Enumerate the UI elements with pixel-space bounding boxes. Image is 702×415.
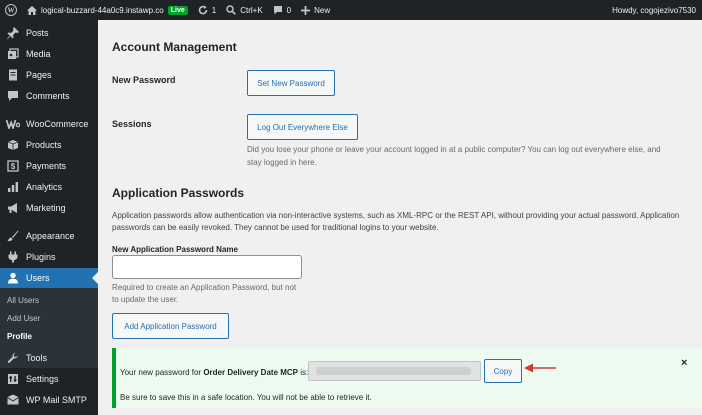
sidebar-item-media[interactable]: Media: [0, 44, 98, 64]
wordpress-logo-icon[interactable]: W: [0, 0, 22, 20]
payments-icon: $: [6, 159, 20, 173]
sidebar-item-payments[interactable]: $ Payments: [0, 156, 98, 176]
my-account-link[interactable]: Howdy, cogojezivo7530: [607, 0, 702, 20]
message-prefix: Your new password for: [120, 368, 204, 377]
new-app-password-name-input[interactable]: [112, 255, 302, 279]
site-name: logical-buzzard-44a0c9.instawp.co: [41, 5, 164, 15]
home-icon: [27, 5, 37, 15]
media-icon: [6, 47, 20, 61]
sidebar-item-woocommerce[interactable]: WooCommerce: [0, 114, 98, 134]
application-passwords-heading: Application Passwords: [112, 186, 245, 200]
comment-bubble-icon: [273, 5, 283, 15]
application-passwords-intro: Application passwords allow authenticati…: [112, 210, 702, 234]
submenu-item-profile[interactable]: Profile: [7, 332, 32, 341]
sidebar-item-tools[interactable]: Tools: [0, 348, 98, 368]
updates-link[interactable]: 1: [193, 0, 221, 20]
search-icon: [226, 5, 237, 15]
comments-count: 0: [286, 5, 292, 15]
settings-icon: [6, 372, 20, 386]
hint-line: Required to create an Application Passwo…: [112, 283, 297, 292]
set-new-password-button[interactable]: Set New Password: [247, 70, 335, 96]
sidebar-item-wp-mail-smtp[interactable]: WP Mail SMTP: [0, 390, 98, 410]
new-label: New: [314, 5, 331, 15]
users-icon: [6, 271, 20, 285]
sidebar-item-plugins[interactable]: Plugins: [0, 247, 98, 267]
sidebar-item-comments[interactable]: Comments: [0, 86, 98, 106]
comment-icon: [6, 89, 20, 103]
products-icon: [6, 138, 20, 152]
mail-icon: [6, 393, 20, 407]
sidebar-item-label: Products: [26, 140, 62, 150]
sidebar-item-analytics[interactable]: Analytics: [0, 177, 98, 197]
sidebar-item-label: Analytics: [26, 182, 63, 192]
sidebar-item-pages[interactable]: Pages: [0, 65, 98, 85]
sessions-description-line: Did you lose your phone or leave your ac…: [247, 145, 661, 154]
application-name: Order Delivery Date MCP: [203, 368, 299, 377]
megaphone-icon: [6, 201, 20, 215]
admin-sidebar: Posts Media Pages Comments WooCommerce P…: [0, 20, 98, 415]
sidebar-item-label: Posts: [26, 28, 49, 38]
command-palette-link[interactable]: Ctrl+K: [221, 0, 267, 20]
sessions-description-line: stay logged in here.: [247, 158, 317, 167]
sidebar-item-label: Users: [26, 273, 50, 283]
sidebar-item-label: Plugins: [26, 252, 56, 262]
submenu-item-add-user[interactable]: Add User: [7, 314, 40, 323]
pages-icon: [6, 68, 20, 82]
sidebar-item-label: WooCommerce: [26, 119, 89, 129]
svg-text:W: W: [8, 7, 15, 15]
new-content-link[interactable]: New: [296, 0, 335, 20]
sidebar-item-label: Payments: [26, 161, 67, 171]
updates-count: 1: [211, 5, 217, 15]
paintbrush-icon: [6, 229, 20, 243]
save-location-note: Be sure to save this in a safe location.…: [120, 393, 372, 402]
site-name-link[interactable]: logical-buzzard-44a0c9.instawp.co Live: [22, 0, 193, 20]
redacted-password-value: [316, 367, 471, 375]
plugin-icon: [6, 250, 20, 264]
new-password-label: New Password: [112, 75, 176, 85]
analytics-icon: [6, 180, 20, 194]
refresh-icon: [198, 5, 208, 15]
howdy-text: Howdy, cogojezivo7530: [612, 5, 696, 15]
admin-bar: W logical-buzzard-44a0c9.instawp.co Live…: [0, 0, 702, 20]
sidebar-item-settings[interactable]: Settings: [0, 369, 98, 389]
sidebar-item-label: Tools: [26, 353, 48, 363]
sidebar-item-users[interactable]: Users: [0, 268, 98, 288]
sidebar-item-label: Appearance: [26, 231, 75, 241]
sidebar-item-appearance[interactable]: Appearance: [0, 226, 98, 246]
account-management-heading: Account Management: [112, 40, 237, 54]
sidebar-item-label: Comments: [26, 91, 70, 101]
plus-icon: [301, 5, 311, 15]
wrench-icon: [6, 351, 20, 365]
hint-line: to update the user.: [112, 295, 179, 304]
sidebar-item-marketing[interactable]: Marketing: [0, 198, 98, 218]
submenu-item-all-users[interactable]: All Users: [7, 296, 39, 305]
sidebar-item-products[interactable]: Products: [0, 135, 98, 155]
comments-link[interactable]: 0: [268, 0, 296, 20]
message-suffix: is:: [298, 368, 309, 377]
new-password-message: Your new password for Order Delivery Dat…: [120, 368, 308, 377]
intro-line: passwords can be easily revoked. They ca…: [112, 223, 439, 232]
pushpin-icon: [6, 26, 20, 40]
woocommerce-icon: [6, 117, 20, 131]
live-badge: Live: [167, 5, 188, 15]
sidebar-item-posts[interactable]: Posts: [0, 23, 98, 43]
app-password-name-hint: Required to create an Application Passwo…: [112, 282, 312, 306]
sessions-label: Sessions: [112, 119, 152, 129]
log-out-everywhere-button[interactable]: Log Out Everywhere Else: [247, 114, 358, 140]
sessions-description: Did you lose your phone or leave your ac…: [247, 143, 702, 169]
sidebar-item-label: Marketing: [26, 203, 66, 213]
copy-password-button[interactable]: Copy: [484, 359, 522, 383]
sidebar-item-label: Media: [26, 49, 51, 59]
new-app-password-name-label: New Application Password Name: [112, 245, 238, 254]
sidebar-item-label: Pages: [26, 70, 52, 80]
intro-line: Application passwords allow authenticati…: [112, 211, 680, 220]
dismiss-notice-button[interactable]: ×: [681, 357, 687, 369]
add-application-password-button[interactable]: Add Application Password: [112, 313, 229, 339]
sidebar-item-label: WP Mail SMTP: [26, 395, 87, 405]
sidebar-item-label: Settings: [26, 374, 59, 384]
svg-text:$: $: [11, 162, 16, 171]
red-arrow-annotation: [524, 361, 558, 380]
command-shortcut: Ctrl+K: [240, 5, 263, 15]
